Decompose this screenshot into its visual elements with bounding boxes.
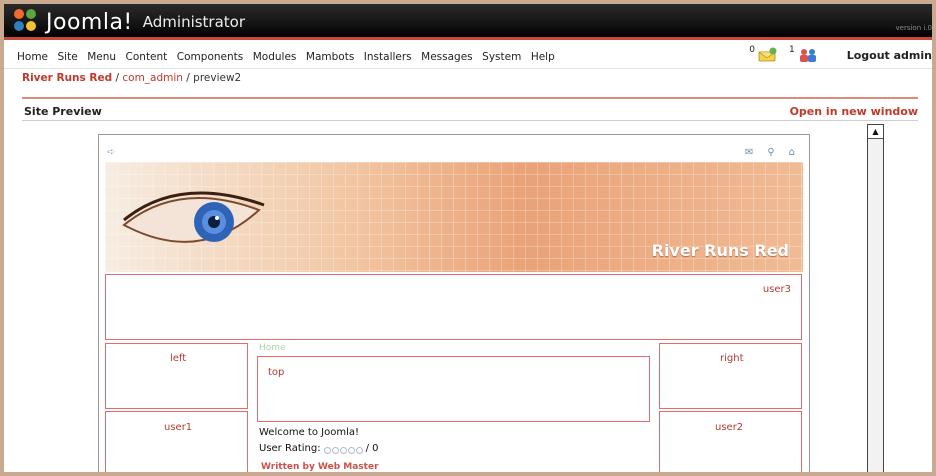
breadcrumb-separator: / (112, 72, 123, 84)
admin-window: Joomla! Administrator version i.0 Home S… (0, 0, 936, 476)
module-user1: user1 (105, 411, 248, 472)
rating-label: User Rating: (259, 443, 321, 454)
banner-title: River Runs Red (651, 241, 789, 260)
brand-name: Joomla! (46, 9, 133, 35)
site-banner: River Runs Red (105, 162, 803, 272)
module-right: right (659, 343, 802, 409)
preview-scrollbar[interactable]: ▲ (867, 124, 884, 472)
menu-item-modules[interactable]: Modules (253, 51, 297, 63)
open-new-window-link[interactable]: Open in new window (790, 105, 918, 118)
header-bar: Joomla! Administrator version i.0 (4, 4, 932, 40)
user-rating: User Rating: / 0 (259, 443, 379, 454)
menu-item-home[interactable]: Home (17, 51, 48, 63)
module-user2: user2 (659, 411, 802, 472)
arrow-right-icon: ➪ (107, 147, 116, 158)
messages-icon[interactable] (757, 47, 779, 63)
menu-item-installers[interactable]: Installers (364, 51, 412, 63)
pathway-home-link[interactable]: Home (259, 343, 286, 353)
module-top: top (257, 356, 650, 422)
scroll-up-icon[interactable]: ▲ (868, 125, 883, 139)
brand-subtitle: Administrator (142, 13, 246, 31)
module-label: user2 (715, 422, 744, 433)
menu-item-components[interactable]: Components (177, 51, 243, 63)
breadcrumb-current: preview2 (193, 72, 242, 84)
eye-image (122, 191, 265, 243)
module-label: user1 (164, 422, 193, 433)
module-label: top (268, 367, 285, 378)
title-divider (22, 120, 918, 121)
logout-link[interactable]: Logout admin (847, 49, 932, 62)
menu-item-system[interactable]: System (482, 51, 521, 63)
module-label: user3 (762, 284, 791, 295)
home-icon[interactable]: ⌂ (789, 147, 795, 158)
module-left: left (105, 343, 248, 409)
breadcrumb-component[interactable]: com_admin (122, 72, 183, 84)
messages-count: 0 (749, 45, 755, 55)
module-label: right (720, 353, 744, 364)
main-menu: Home Site Menu Content Components Module… (4, 43, 932, 69)
menu-item-help[interactable]: Help (531, 51, 555, 63)
menu-item-mambots[interactable]: Mambots (306, 51, 354, 63)
breadcrumb: River Runs Red / com_admin / preview2 (22, 72, 241, 84)
site-preview-frame[interactable]: ➪ ✉ ⚲ ⌂ River Runs Red user3 Home left t… (98, 134, 810, 472)
article-title: Welcome to Joomla! (259, 427, 359, 438)
joomla-logo: Joomla! Administrator (14, 9, 245, 35)
email-icon[interactable]: ✉ (745, 147, 753, 158)
article-author: Written by Web Master (261, 462, 379, 472)
users-online-icon[interactable] (797, 47, 819, 63)
menu-item-site[interactable]: Site (58, 51, 78, 63)
menu-item-messages[interactable]: Messages (421, 51, 473, 63)
breadcrumb-separator: / (182, 72, 194, 84)
version-tag: version i.0 (895, 24, 933, 32)
breadcrumb-site[interactable]: River Runs Red (22, 72, 112, 84)
module-label: left (170, 353, 187, 364)
rating-value: / 0 (365, 443, 379, 454)
joomla-logo-icon (14, 9, 40, 35)
users-count: 1 (788, 45, 795, 55)
page-title: Site Preview (24, 105, 102, 118)
menu-item-menu[interactable]: Menu (87, 51, 116, 63)
menu-item-content[interactable]: Content (126, 51, 168, 63)
module-user3: user3 (105, 274, 802, 340)
rating-stars-icon (323, 447, 363, 454)
search-icon[interactable]: ⚲ (767, 147, 774, 158)
section-divider (22, 97, 918, 99)
